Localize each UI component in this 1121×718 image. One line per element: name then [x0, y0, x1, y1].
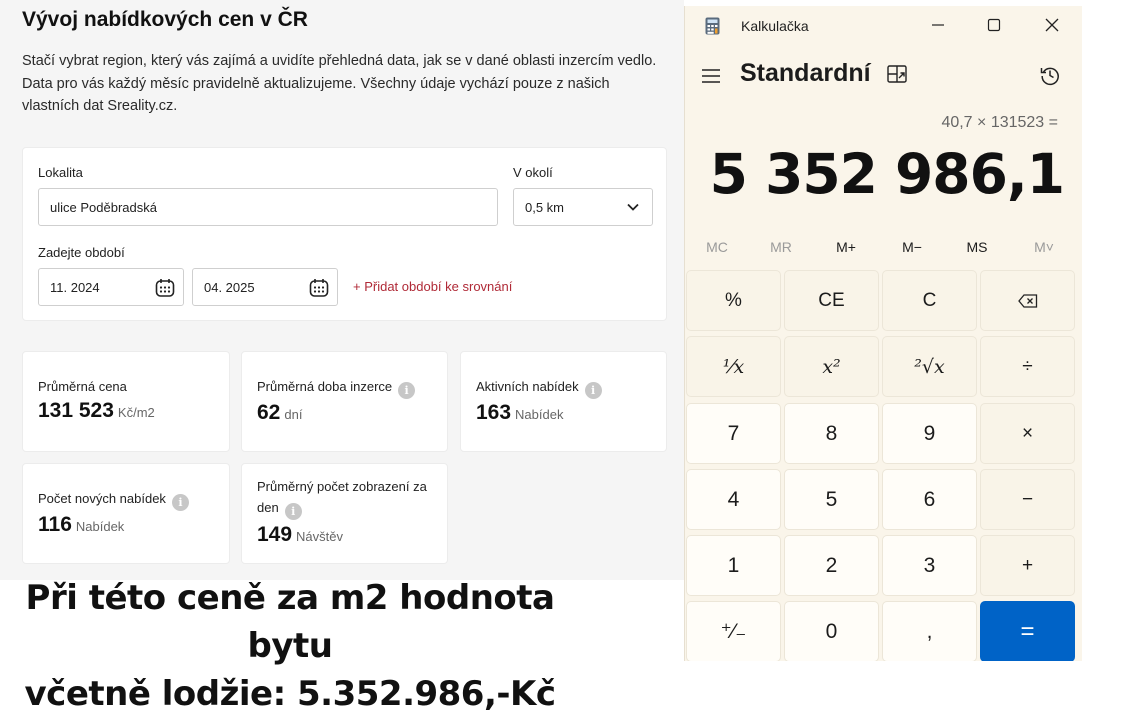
multiply-button[interactable]: × — [980, 403, 1075, 464]
close-icon[interactable] — [1041, 14, 1063, 36]
keep-on-top-icon[interactable] — [886, 64, 908, 86]
locality-input[interactable]: ulice Poděbradská — [38, 188, 498, 226]
period-label: Zadejte období — [38, 245, 125, 260]
radius-label: V okolí — [513, 165, 553, 180]
digit-6-button[interactable]: 6 — [882, 469, 977, 530]
square-root-button[interactable]: ²√x — [882, 336, 977, 397]
calendar-icon[interactable] — [309, 278, 329, 298]
app-name: Kalkulačka — [741, 18, 809, 34]
plus-button[interactable]: + — [980, 535, 1075, 596]
reciprocal-button[interactable]: ¹⁄x — [686, 336, 781, 397]
decimal-button[interactable]: , — [882, 601, 977, 661]
period-to-value: 04. 2025 — [204, 279, 255, 295]
negate-button[interactable]: ⁺⁄₋ — [686, 601, 781, 661]
square-button[interactable]: x² — [784, 336, 879, 397]
radius-select[interactable]: 0,5 km — [513, 188, 653, 226]
caption-text: Při této ceně za m2 hodnota bytu včetně … — [0, 574, 580, 718]
period-from-input[interactable]: 11. 2024 — [38, 268, 184, 306]
stat-value: 131 523 Kč/m2 — [38, 399, 155, 422]
page-description: Stačí vybrat region, který vás zajímá a … — [22, 53, 657, 114]
stat-value: 116 Nabídek — [38, 513, 125, 536]
backspace-button[interactable] — [980, 270, 1075, 331]
locality-value: ulice Poděbradská — [50, 199, 157, 215]
digit-8-button[interactable]: 8 — [784, 403, 879, 464]
divide-button[interactable]: ÷ — [980, 336, 1075, 397]
stat-label: Průměrná cena — [38, 379, 127, 394]
clear-button[interactable]: C — [882, 270, 977, 331]
info-icon[interactable]: i — [171, 494, 189, 511]
backspace-icon — [1017, 293, 1037, 308]
calendar-icon[interactable] — [155, 278, 175, 298]
locality-label: Lokalita — [38, 165, 83, 180]
info-icon[interactable]: i — [584, 382, 602, 399]
minimize-icon[interactable] — [927, 14, 949, 36]
percent-button[interactable]: % — [686, 270, 781, 331]
period-from-value: 11. 2024 — [50, 279, 100, 295]
page-title: Vývoj nabídkových cen v ČR — [22, 8, 308, 31]
expression-display: 40,7 × 131523 = — [941, 114, 1058, 131]
memory-store-button[interactable]: MS — [947, 239, 1007, 255]
history-icon[interactable] — [1039, 64, 1061, 86]
equals-button[interactable]: = — [980, 601, 1075, 661]
digit-5-button[interactable]: 5 — [784, 469, 879, 530]
digit-0-button[interactable]: 0 — [784, 601, 879, 661]
digit-4-button[interactable]: 4 — [686, 469, 781, 530]
info-icon[interactable]: i — [284, 503, 302, 520]
stat-card-active-offers: Aktivních nabídek i 163 Nabídek — [460, 351, 667, 452]
memory-add-button[interactable]: M+ — [816, 239, 876, 255]
stat-unit: Návštěv — [296, 529, 344, 544]
stat-value: 62 dní — [257, 401, 303, 424]
add-period-link[interactable]: + Přidat období ke srovnání — [353, 279, 512, 294]
calculator-app-icon — [705, 17, 720, 35]
stat-unit: dní — [284, 407, 303, 422]
memory-subtract-button[interactable]: M− — [882, 239, 942, 255]
memory-recall-button[interactable]: MR — [751, 239, 811, 255]
stat-card-avg-price: Průměrná cena 131 523 Kč/m2 — [22, 351, 230, 452]
filter-card: Lokalita ulice Poděbradská V okolí 0,5 k… — [22, 147, 667, 321]
stat-label: Aktivních nabídek i — [476, 376, 602, 399]
mode-title: Standardní — [740, 59, 871, 87]
stat-label: Průměrný počet zobrazení za den i — [257, 479, 427, 520]
radius-value: 0,5 km — [525, 199, 565, 215]
calculator-titlebar[interactable]: Kalkulačka — [685, 6, 1082, 46]
sreality-page: Vývoj nabídkových cen v ČR Stačí vybrat … — [0, 0, 684, 580]
digit-9-button[interactable]: 9 — [882, 403, 977, 464]
minus-button[interactable]: − — [980, 469, 1075, 530]
stat-label: Počet nových nabídek i — [38, 488, 189, 511]
hamburger-menu-icon[interactable] — [701, 66, 721, 86]
stat-value: 163 Nabídek — [476, 401, 564, 424]
info-icon[interactable]: i — [398, 382, 416, 399]
maximize-icon[interactable] — [983, 14, 1005, 36]
memory-clear-button[interactable]: MC — [687, 239, 747, 255]
stat-card-new-offers: Počet nových nabídek i 116 Nabídek — [22, 463, 230, 564]
memory-list-button[interactable]: M˅ — [1014, 239, 1074, 255]
stat-card-avg-duration: Průměrná doba inzerce i 62 dní — [241, 351, 448, 452]
stat-value: 149 Návštěv — [257, 523, 344, 546]
calculator-window: Kalkulačka Standardní 40,7 × 131523 = 5 … — [684, 6, 1082, 661]
stat-unit: Kč/m2 — [117, 405, 155, 420]
digit-3-button[interactable]: 3 — [882, 535, 977, 596]
stat-label: Průměrná doba inzerce i — [257, 376, 416, 399]
digit-1-button[interactable]: 1 — [686, 535, 781, 596]
clear-entry-button[interactable]: CE — [784, 270, 879, 331]
chevron-down-icon — [627, 203, 639, 211]
digit-7-button[interactable]: 7 — [686, 403, 781, 464]
result-display: 5 352 986,1 — [709, 142, 1065, 206]
caption-line-1: Při této ceně za m2 hodnota bytu — [25, 578, 555, 666]
stat-unit: Nabídek — [75, 519, 125, 534]
stat-card-avg-views: Průměrný počet zobrazení za den i 149 Návš… — [241, 463, 448, 564]
caption-line-2: včetně lodžie: 5.352.986,-Kč — [24, 674, 556, 714]
stat-unit: Nabídek — [515, 407, 564, 422]
period-to-input[interactable]: 04. 2025 — [192, 268, 338, 306]
digit-2-button[interactable]: 2 — [784, 535, 879, 596]
